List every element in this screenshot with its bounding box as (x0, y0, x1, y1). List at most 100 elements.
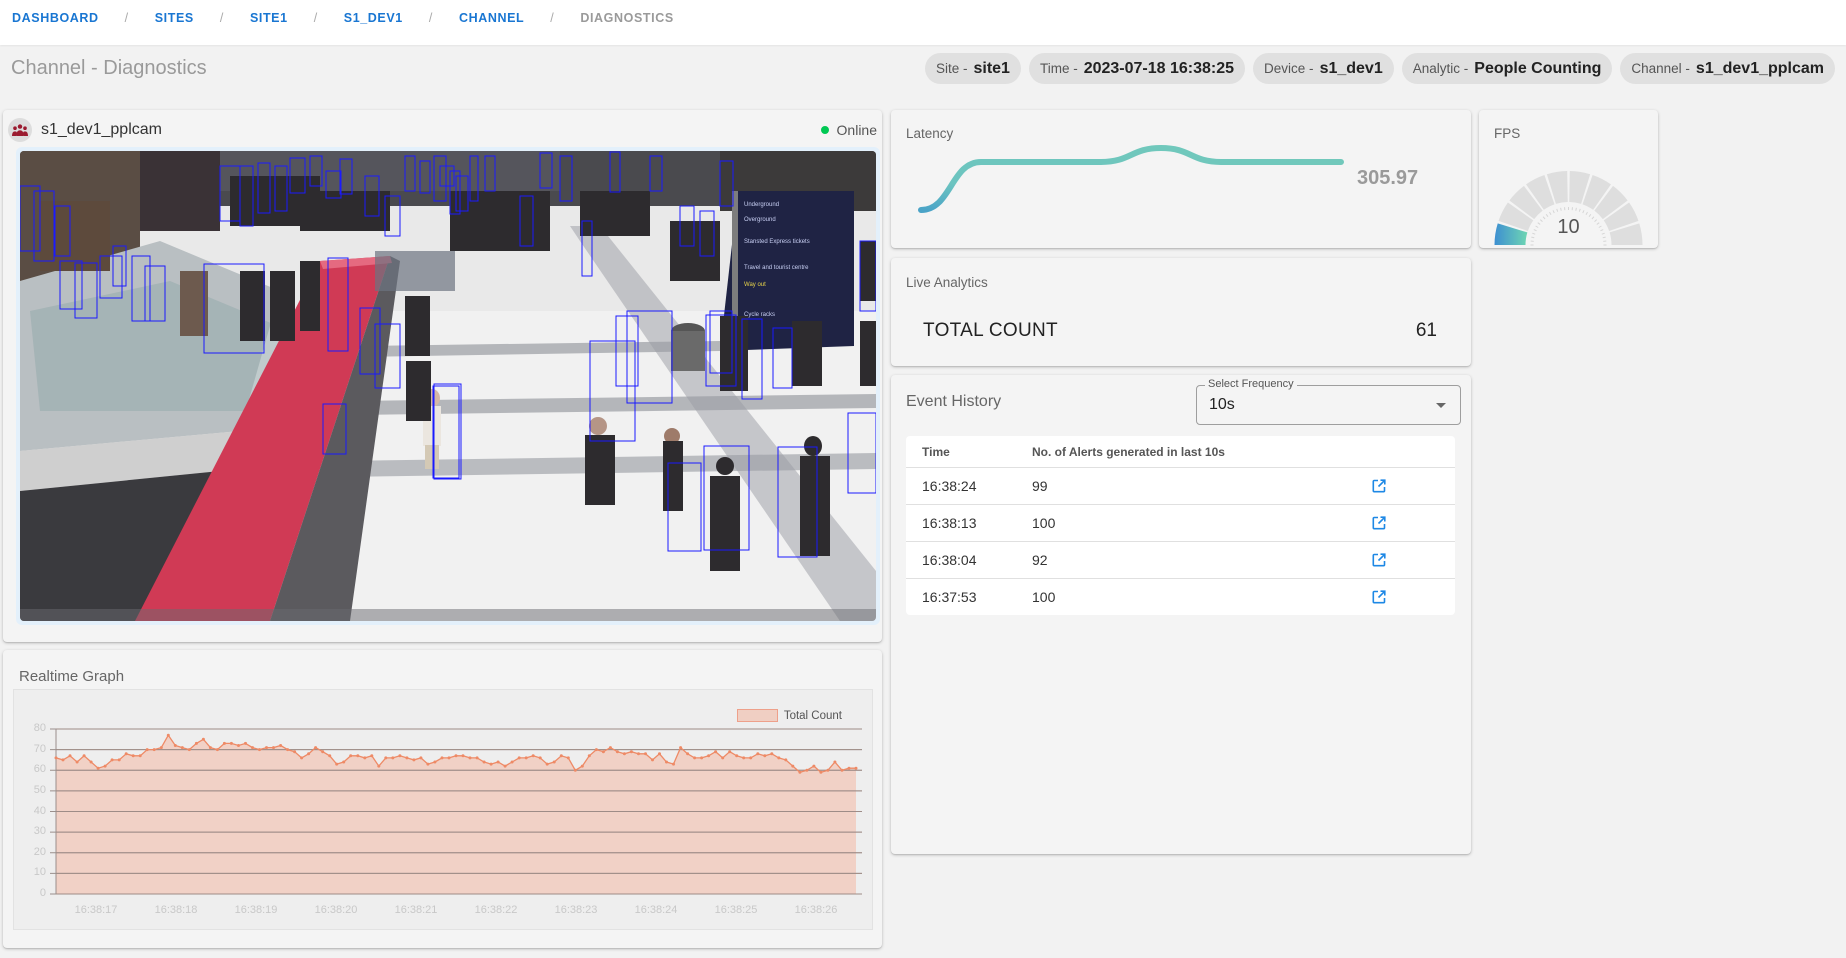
data-point (110, 758, 114, 762)
data-point (679, 746, 683, 750)
data-point (426, 762, 430, 766)
row-time: 16:38:13 (922, 515, 977, 531)
data-point (749, 756, 753, 760)
data-point (187, 748, 191, 752)
data-point (482, 760, 486, 764)
chip-time: Time - 2023-07-18 16:38:25 (1028, 53, 1246, 84)
data-point (700, 756, 704, 760)
data-point (665, 760, 668, 764)
data-point (461, 754, 465, 758)
svg-text:Cycle racks: Cycle racks (744, 312, 775, 318)
data-point (524, 756, 528, 760)
data-point (531, 754, 535, 758)
data-point (117, 758, 121, 762)
data-point (686, 752, 690, 756)
table-header: Time No. of Alerts generated in last 10s (906, 436, 1455, 467)
data-point (335, 762, 339, 766)
open-in-new-icon[interactable] (1372, 516, 1386, 530)
data-point (237, 744, 240, 747)
data-point (258, 748, 261, 752)
avatar (8, 118, 32, 142)
data-point (608, 746, 612, 750)
data-point (152, 748, 156, 752)
dropdown-arrow-icon (1436, 403, 1446, 408)
total-count-label: TOTAL COUNT (923, 320, 1058, 341)
data-point (286, 748, 290, 752)
gauge-tick (1552, 210, 1555, 214)
breadcrumb-item-channel[interactable]: CHANNEL (459, 11, 524, 25)
open-in-new-icon[interactable] (1372, 479, 1386, 493)
x-tick-label: 16:38:22 (474, 904, 518, 916)
open-in-new-icon[interactable] (1372, 553, 1386, 567)
data-point (201, 737, 205, 741)
data-point (68, 754, 72, 758)
svg-text:Travel and tourist centre: Travel and tourist centre (744, 265, 809, 271)
data-point (412, 758, 416, 762)
total-count-value: 61 (1415, 320, 1437, 341)
row-time: 16:38:24 (922, 478, 977, 494)
chip-key: Time - (1039, 61, 1078, 76)
camera-feed[interactable]: Underground Overground Stansted Express … (20, 151, 876, 621)
data-point (672, 762, 675, 766)
data-point (356, 754, 360, 758)
svg-text:Way out: Way out (744, 282, 766, 288)
breadcrumb-item-s1-dev1[interactable]: S1_DEV1 (344, 11, 403, 25)
gauge-tick (1560, 207, 1562, 211)
breadcrumb-item-site1[interactable]: SITE1 (250, 11, 288, 25)
x-tick-label: 16:38:17 (74, 904, 118, 916)
breadcrumb-item-sites[interactable]: SITES (155, 11, 194, 25)
chip-value: site1 (973, 59, 1010, 77)
live-analytics-title: Live Analytics (906, 275, 988, 290)
row-time: 16:37:53 (922, 589, 977, 605)
camera-header: s1_dev1_pplcam Online (8, 115, 877, 145)
data-point (194, 741, 198, 745)
x-tick-label: 16:38:18 (154, 904, 198, 916)
data-point (517, 756, 521, 760)
row-time: 16:38:04 (922, 552, 977, 568)
realtime-chart (50, 728, 862, 895)
data-point (131, 754, 135, 758)
data-point (622, 752, 626, 756)
data-point (510, 760, 514, 764)
data-point (854, 766, 858, 770)
table-row: 16:37:53 100 (906, 578, 1455, 615)
data-point (840, 768, 844, 772)
camera-card: s1_dev1_pplcam Online Underground Overgr… (3, 110, 882, 642)
data-point (763, 754, 767, 758)
data-point (433, 760, 437, 764)
data-point (721, 756, 725, 760)
chip-key: Analytic - (1412, 61, 1469, 76)
x-tick-label: 16:38:26 (794, 904, 838, 916)
breadcrumb-separator: / (219, 11, 224, 25)
chip-key: Channel - (1631, 61, 1690, 76)
latency-line (918, 145, 1344, 213)
data-point (468, 756, 472, 760)
data-point (629, 750, 633, 754)
y-tick-label: 40 (33, 804, 46, 817)
data-point (398, 754, 402, 758)
svg-text:Overground: Overground (744, 217, 776, 223)
chip-value: s1_dev1_pplcam (1695, 59, 1824, 77)
data-point (61, 758, 65, 762)
open-in-new-icon[interactable] (1372, 590, 1386, 604)
realtime-graph-card: Realtime Graph Total Count 0 10 20 30 40 50 60… (3, 650, 882, 948)
gauge-tick (1575, 207, 1577, 211)
data-point (419, 756, 423, 760)
event-history-table: Time No. of Alerts generated in last 10s… (906, 436, 1455, 615)
row-alerts: 100 (1032, 515, 1056, 531)
data-point (166, 733, 170, 737)
frequency-select[interactable]: Select Frequency 10s (1196, 378, 1461, 425)
data-point (693, 756, 697, 760)
chip-key: Site - (935, 61, 968, 76)
event-history-card: Event History Select Frequency 10s Time … (891, 375, 1471, 854)
breadcrumb-item-dashboard[interactable]: DASHBOARD (12, 11, 99, 25)
data-point (82, 754, 86, 758)
data-point (96, 766, 100, 770)
data-point (798, 770, 802, 774)
row-alerts: 99 (1032, 478, 1048, 494)
table-row: 16:38:24 99 (906, 467, 1455, 504)
data-point (314, 746, 318, 750)
data-point (222, 741, 226, 745)
chip-site: Site - site1 (924, 53, 1021, 84)
data-point (251, 746, 254, 750)
